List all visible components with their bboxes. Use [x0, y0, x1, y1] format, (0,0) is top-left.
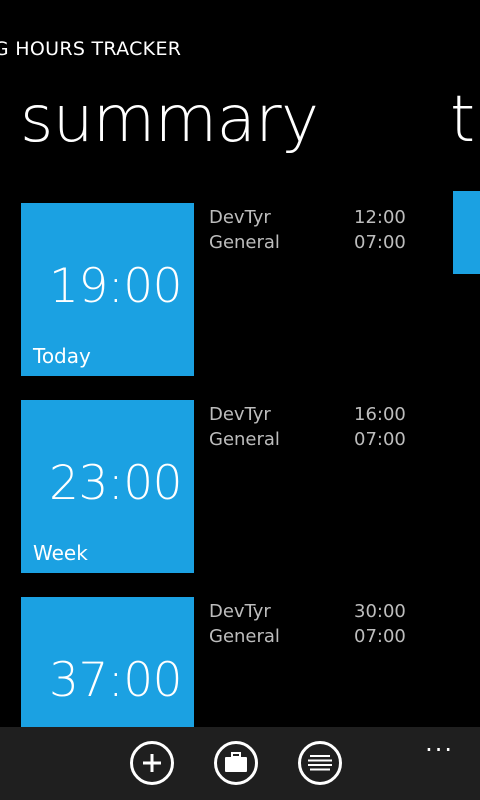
summary-details: DevTyr 30:00 General 07:00: [209, 601, 429, 651]
add-button[interactable]: [130, 741, 174, 785]
project-hours: 07:00: [354, 626, 406, 647]
pivot-header-summary[interactable]: summary: [20, 88, 319, 152]
more-options-button[interactable]: ...: [425, 729, 454, 757]
detail-line: DevTyr 30:00: [209, 601, 429, 626]
tile-label: Week: [33, 541, 88, 565]
project-name: DevTyr: [209, 601, 271, 622]
list-button[interactable]: [298, 741, 342, 785]
project-name: DevTyr: [209, 404, 271, 425]
next-pivot-tile-peek: [453, 191, 480, 274]
pivot-header-next[interactable]: t: [450, 88, 475, 152]
detail-line: General 07:00: [209, 429, 429, 454]
project-name: General: [209, 232, 280, 253]
detail-line: General 07:00: [209, 232, 429, 257]
list-icon: [308, 755, 332, 771]
project-hours: 07:00: [354, 232, 406, 253]
app-title: IG HOURS TRACKER: [0, 38, 182, 60]
summary-tile[interactable]: 23:00 Week: [21, 400, 194, 573]
application-bar: ...: [0, 727, 480, 800]
detail-line: DevTyr 16:00: [209, 404, 429, 429]
project-hours: 07:00: [354, 429, 406, 450]
project-name: DevTyr: [209, 207, 271, 228]
project-hours: 16:00: [354, 404, 406, 425]
project-name: General: [209, 626, 280, 647]
project-hours: 12:00: [354, 207, 406, 228]
summary-tile[interactable]: 19:00 Today: [21, 203, 194, 376]
tile-total: 23:00: [49, 456, 182, 511]
project-hours: 30:00: [354, 601, 406, 622]
detail-line: DevTyr 12:00: [209, 207, 429, 232]
tile-label: Today: [33, 344, 91, 368]
add-icon: [143, 754, 161, 772]
briefcase-icon: [225, 752, 247, 772]
projects-button[interactable]: [214, 741, 258, 785]
tile-total: 19:00: [49, 259, 182, 314]
summary-details: DevTyr 16:00 General 07:00: [209, 404, 429, 454]
summary-details: DevTyr 12:00 General 07:00: [209, 207, 429, 257]
project-name: General: [209, 429, 280, 450]
tile-total: 37:00: [49, 653, 182, 708]
detail-line: General 07:00: [209, 626, 429, 651]
